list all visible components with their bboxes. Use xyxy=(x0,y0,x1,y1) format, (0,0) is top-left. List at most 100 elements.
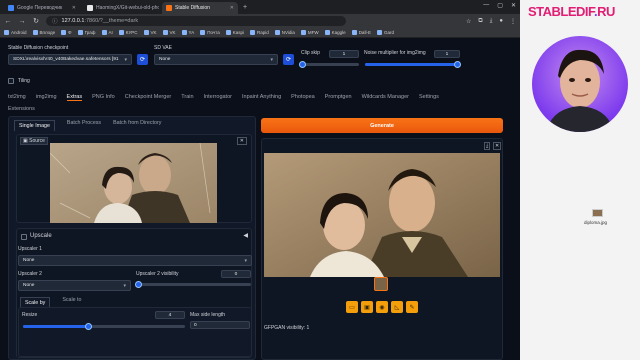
tab-photopea[interactable]: Photopea xyxy=(291,94,315,101)
folder-icon[interactable]: ▭ xyxy=(346,301,358,313)
output-thumbnail[interactable] xyxy=(374,277,388,291)
forward-icon[interactable]: → xyxy=(18,18,26,25)
ruler-icon[interactable]: ◺ xyxy=(391,301,403,313)
clip-skip-slider[interactable] xyxy=(299,61,359,68)
brush-icon[interactable]: ✎ xyxy=(406,301,418,313)
bookmark-item[interactable]: VK xyxy=(143,30,157,36)
upscaler2-vis-slider[interactable] xyxy=(135,281,251,288)
tab-batch-process[interactable]: Batch Process xyxy=(67,120,101,131)
tab-img2img[interactable]: img2img xyxy=(36,94,57,101)
bookmark-item[interactable]: Gard xyxy=(376,29,394,36)
browser-tab[interactable]: Google Переводчик ✕ xyxy=(4,2,80,14)
profile-icon[interactable]: ● xyxy=(499,18,503,25)
upscaler2-label: Upscaler 2 xyxy=(18,271,42,277)
file-icon[interactable] xyxy=(592,209,603,217)
tab-single-image[interactable]: Single Image xyxy=(14,120,55,131)
noise-slider[interactable] xyxy=(365,61,461,68)
bookmark-item[interactable]: Rapid xyxy=(249,30,269,36)
noise-input[interactable]: 1 xyxy=(434,50,460,58)
resize-slider[interactable] xyxy=(23,323,185,330)
chevron-down-icon: ▾ xyxy=(270,56,273,63)
bookmark-item[interactable]: VK xyxy=(162,30,176,36)
tab-extensions[interactable]: Extensions xyxy=(8,106,35,112)
bookmark-label: Gard xyxy=(383,29,394,35)
menu-icon[interactable]: ⋮ xyxy=(510,18,516,25)
bookmark-item[interactable]: Kaspi xyxy=(225,30,244,36)
resize-input[interactable]: 4 xyxy=(155,311,185,319)
download-icon[interactable]: ⤓ xyxy=(490,18,493,25)
clear-source-button[interactable]: ✕ xyxy=(236,137,247,145)
tab-train[interactable]: Train xyxy=(181,94,193,101)
tab-batch-from-directory[interactable]: Batch from Directory xyxy=(113,120,161,131)
upscaler2-select[interactable]: None ▾ xyxy=(18,280,131,291)
back-icon[interactable]: ← xyxy=(4,18,12,25)
tab-interrogator[interactable]: Interrogator xyxy=(204,94,232,101)
browser-tab[interactable]: HaomingX/Git-webui-old-pho✕ xyxy=(83,2,159,14)
upscaler2-vis-knob[interactable] xyxy=(135,281,142,288)
tab-promptgen[interactable]: Promptgen xyxy=(325,94,352,101)
close-tab-icon[interactable]: ✕ xyxy=(230,5,234,11)
star-icon[interactable]: ☆ xyxy=(466,18,471,25)
close-icon[interactable]: ✕ xyxy=(511,2,516,9)
noise-knob[interactable] xyxy=(454,61,461,68)
tab-png-info[interactable]: PNG Info xyxy=(92,94,115,101)
palette-icon[interactable]: ◉ xyxy=(376,301,388,313)
refresh-icon: ⟳ xyxy=(139,57,146,63)
bookmark-item[interactable]: Dall-E xyxy=(351,30,371,36)
tab-inpaint-anything[interactable]: Inpaint Anything xyxy=(242,94,281,101)
bookmark-icon xyxy=(324,30,330,36)
bookmark-item[interactable]: КУРС xyxy=(118,30,138,36)
clip-skip-knob[interactable] xyxy=(299,61,306,68)
resize-knob[interactable] xyxy=(84,323,92,330)
upscaler1-select[interactable]: None ▾ xyxy=(18,255,252,266)
bookmark-item[interactable]: AI xyxy=(101,30,113,36)
bookmark-item[interactable]: Граф xyxy=(77,30,96,36)
webui-page: Stable Diffusion checkpoint SDXL\realvis… xyxy=(0,38,520,360)
upscale-checkbox[interactable] xyxy=(21,234,27,240)
bookmark-item[interactable]: NVidia xyxy=(274,30,295,36)
reload-icon[interactable]: ↻ xyxy=(32,17,40,25)
output-photo[interactable] xyxy=(264,153,500,277)
clip-skip-input[interactable]: 1 xyxy=(329,50,359,58)
refresh-vae-button[interactable]: ⟳ xyxy=(283,54,294,65)
download-output-icon[interactable]: ⤓ xyxy=(484,142,491,150)
collapse-icon[interactable]: ◀ xyxy=(243,232,248,239)
checkpoint-select[interactable]: SDXL\realvisxlV40_v40Bakedvae.safetensor… xyxy=(8,54,132,65)
presenter-area: STABLEDIF.RU diploma.jpg xyxy=(520,0,640,360)
bookmark-item[interactable]: Android xyxy=(4,30,27,36)
extensions-icon[interactable]: ⧉ xyxy=(478,18,482,25)
url-input[interactable]: ⓘ 127.0.0.1:7860/?__theme=dark xyxy=(46,16,346,26)
tab-wildcards-manager[interactable]: Wildcards Manager xyxy=(362,94,409,101)
close-tab-icon[interactable]: ✕ xyxy=(72,5,76,11)
minimize-icon[interactable]: — xyxy=(483,2,489,9)
generate-button[interactable]: Generate xyxy=(261,118,503,133)
browser-tab[interactable]: Stable Diffusion ✕ xyxy=(162,2,238,14)
max-side-input[interactable]: 0 xyxy=(190,321,250,329)
tab-checkpoint-merger[interactable]: Checkpoint Merger xyxy=(125,94,171,101)
browser-tabbar: Google Переводчик ✕ HaomingX/Git-webui-old… xyxy=(0,0,520,14)
tab-extras[interactable]: Extras xyxy=(66,94,83,101)
brand-logo: STABLEDIF.RU xyxy=(528,4,640,19)
upscaler2-vis-input[interactable]: 0 xyxy=(221,270,251,278)
source-image-panel[interactable]: ▣ Source ✕ xyxy=(16,134,252,223)
tiling-checkbox[interactable] xyxy=(8,78,14,84)
main-tabs: txt2img img2img Extras PNG Info Checkpoint M… xyxy=(8,94,439,101)
bookmark-item[interactable]: Ф xyxy=(61,29,72,36)
bookmark-item[interactable]: Почта xyxy=(200,30,220,36)
bookmark-item[interactable]: Вплоде xyxy=(32,30,55,36)
tab-settings[interactable]: Settings xyxy=(419,94,439,101)
refresh-checkpoint-button[interactable]: ⟳ xyxy=(137,54,148,65)
new-tab-icon[interactable]: + xyxy=(243,2,247,14)
bookmark-item[interactable]: Kaggle xyxy=(324,30,346,36)
bookmark-icon xyxy=(300,30,306,36)
bookmark-item[interactable]: YA xyxy=(181,30,194,36)
vae-select[interactable]: None ▾ xyxy=(154,54,278,65)
bookmark-label: Ф xyxy=(68,29,72,35)
close-output-icon[interactable]: ✕ xyxy=(493,142,502,150)
maximize-icon[interactable]: ▢ xyxy=(497,2,503,9)
tab-label: HaomingX/Git-webui-old-pho xyxy=(96,5,159,11)
browser-window: Google Переводчик ✕ HaomingX/Git-webui-old… xyxy=(0,0,520,360)
tab-txt2img[interactable]: txt2img xyxy=(8,94,26,101)
bookmark-item[interactable]: MFW xyxy=(300,30,319,36)
image-icon[interactable]: ▣ xyxy=(361,301,373,313)
